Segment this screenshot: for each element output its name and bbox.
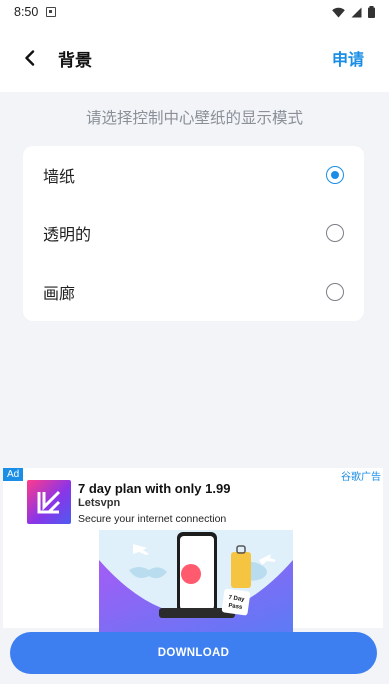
mode-options-card: 墙纸 透明的 画廊 — [23, 146, 364, 321]
chevron-left-icon — [25, 50, 35, 66]
option-gallery[interactable]: 画廊 — [23, 263, 364, 321]
wifi-icon — [332, 7, 345, 17]
settings-content: 请选择控制中心壁纸的显示模式 墙纸 透明的 画廊 — [0, 92, 389, 462]
radio-unselected-icon[interactable] — [326, 224, 344, 242]
notification-icon — [46, 7, 57, 17]
signal-icon — [351, 7, 362, 17]
apply-button[interactable]: 申请 — [332, 46, 364, 70]
radio-selected-icon[interactable] — [326, 166, 344, 184]
ad-description: Secure your internet connection — [78, 513, 227, 525]
option-label: 画廊 — [43, 284, 76, 303]
battery-icon — [368, 6, 375, 18]
ad-container: 7 day plan with only 1.99 Letsvpn Secure… — [0, 462, 389, 684]
ad-illustration: 7 Day Pass — [99, 530, 293, 632]
page-title: 背景 — [58, 50, 92, 71]
ad-headline: 7 day plan with only 1.99 — [78, 481, 231, 496]
app-bar: 背景 申请 — [0, 24, 389, 92]
status-icons — [332, 6, 375, 18]
ad-advertiser: Letsvpn — [78, 497, 121, 509]
status-bar: 8:50 — [0, 0, 389, 24]
option-label: 透明的 — [43, 225, 92, 244]
letsvpn-logo-icon — [37, 490, 61, 514]
download-button[interactable]: DOWNLOAD — [10, 632, 377, 674]
mode-instruction: 请选择控制中心壁纸的显示模式 — [85, 109, 303, 127]
ad-source-label: 谷歌广告 — [341, 472, 381, 483]
ad-badge: Ad — [3, 468, 24, 481]
ad-creative-image[interactable]: 7 Day Pass — [99, 530, 293, 632]
letsvpn-logo — [27, 480, 71, 524]
back-button[interactable] — [2, 30, 58, 86]
ad-banner-card[interactable]: 7 day plan with only 1.99 Letsvpn Secure… — [3, 468, 383, 632]
status-time: 8:50 — [14, 5, 39, 19]
option-wallpaper[interactable]: 墙纸 — [23, 146, 364, 204]
option-transparent[interactable]: 透明的 — [23, 204, 364, 262]
radio-unselected-icon[interactable] — [326, 283, 344, 301]
option-label: 墙纸 — [43, 167, 76, 186]
